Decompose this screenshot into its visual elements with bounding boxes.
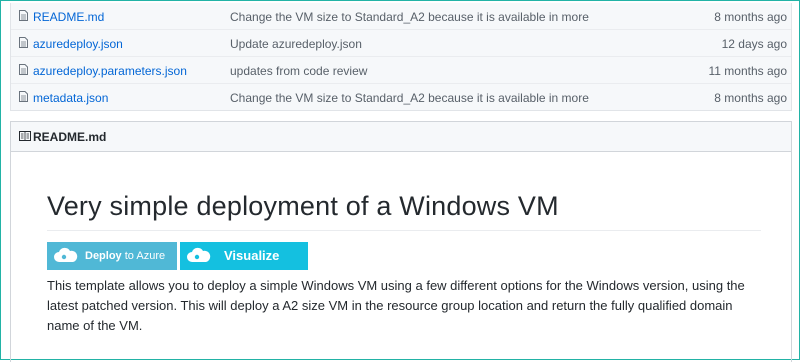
commit-message-link[interactable]: Update azuredeploy.json <box>230 37 592 51</box>
file-row: metadata.json Change the VM size to Stan… <box>11 83 791 110</box>
file-link[interactable]: azuredeploy.parameters.json <box>33 64 187 78</box>
file-row: README.md Change the VM size to Standard… <box>11 3 791 29</box>
commit-message-link[interactable]: updates from code review <box>230 64 592 78</box>
cloud-icon <box>54 247 78 262</box>
book-icon <box>19 131 31 141</box>
readme-panel: README.md Very simple deployment of a Wi… <box>10 121 792 362</box>
file-icon <box>19 10 28 21</box>
deploy-to-azure-button[interactable]: Deploy to Azure <box>47 242 177 270</box>
file-icon <box>19 91 28 102</box>
readme-filename: README.md <box>33 130 107 144</box>
file-row: azuredeploy.json Update azuredeploy.json… <box>11 29 791 56</box>
commit-message-link[interactable]: Change the VM size to Standard_A2 becaus… <box>230 91 592 105</box>
commit-age: 8 months ago <box>714 10 787 24</box>
readme-header: README.md <box>11 122 791 152</box>
file-icon <box>19 37 28 48</box>
description: This template allows you to deploy a sim… <box>47 278 745 333</box>
file-icon <box>19 64 28 75</box>
page-title: Very simple deployment of a Windows VM <box>47 191 761 231</box>
deploy-label-bold: Deploy <box>85 250 122 262</box>
visualize-button[interactable]: Visualize <box>180 242 308 270</box>
commit-age: 12 days ago <box>721 37 787 51</box>
file-row: azuredeploy.parameters.json updates from… <box>11 56 791 83</box>
deploy-label-rest: to Azure <box>121 250 166 262</box>
commit-age: 11 months ago <box>708 64 788 78</box>
commit-age: 8 months ago <box>714 91 787 105</box>
commit-message-link[interactable]: Change the VM size to Standard_A2 becaus… <box>230 10 592 24</box>
visualize-label: Visualize <box>224 248 280 263</box>
file-link[interactable]: azuredeploy.json <box>33 37 123 51</box>
file-link[interactable]: README.md <box>33 10 104 24</box>
file-list: README.md Change the VM size to Standard… <box>10 3 792 111</box>
file-link[interactable]: metadata.json <box>33 91 108 105</box>
cloud-icon <box>187 247 211 262</box>
